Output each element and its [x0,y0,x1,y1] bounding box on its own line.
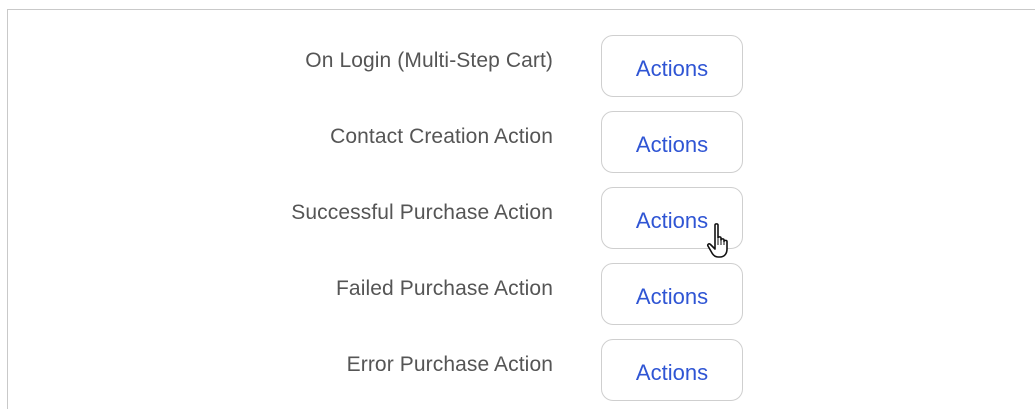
action-row-label: Successful Purchase Action [291,201,553,224]
action-row-successful-purchase: Successful Purchase Action Actions [8,187,1008,251]
action-row-label: Failed Purchase Action [336,277,553,300]
actions-button-on-login[interactable]: Actions [601,35,743,97]
actions-button-successful-purchase[interactable]: Actions [601,187,743,249]
actions-button-error-purchase[interactable]: Actions [601,339,743,401]
action-row-failed-purchase: Failed Purchase Action Actions [8,263,1008,327]
action-row-on-login: On Login (Multi-Step Cart) Actions [8,35,1008,99]
action-row-contact-creation: Contact Creation Action Actions [8,111,1008,175]
panel-frame: On Login (Multi-Step Cart) Actions Conta… [7,9,1035,409]
action-row-label: Error Purchase Action [346,353,553,376]
action-row-label: On Login (Multi-Step Cart) [305,49,553,72]
actions-button-failed-purchase[interactable]: Actions [601,263,743,325]
actions-button-contact-creation[interactable]: Actions [601,111,743,173]
action-row-label: Contact Creation Action [330,125,553,148]
action-row-error-purchase: Error Purchase Action Actions [8,339,1008,403]
